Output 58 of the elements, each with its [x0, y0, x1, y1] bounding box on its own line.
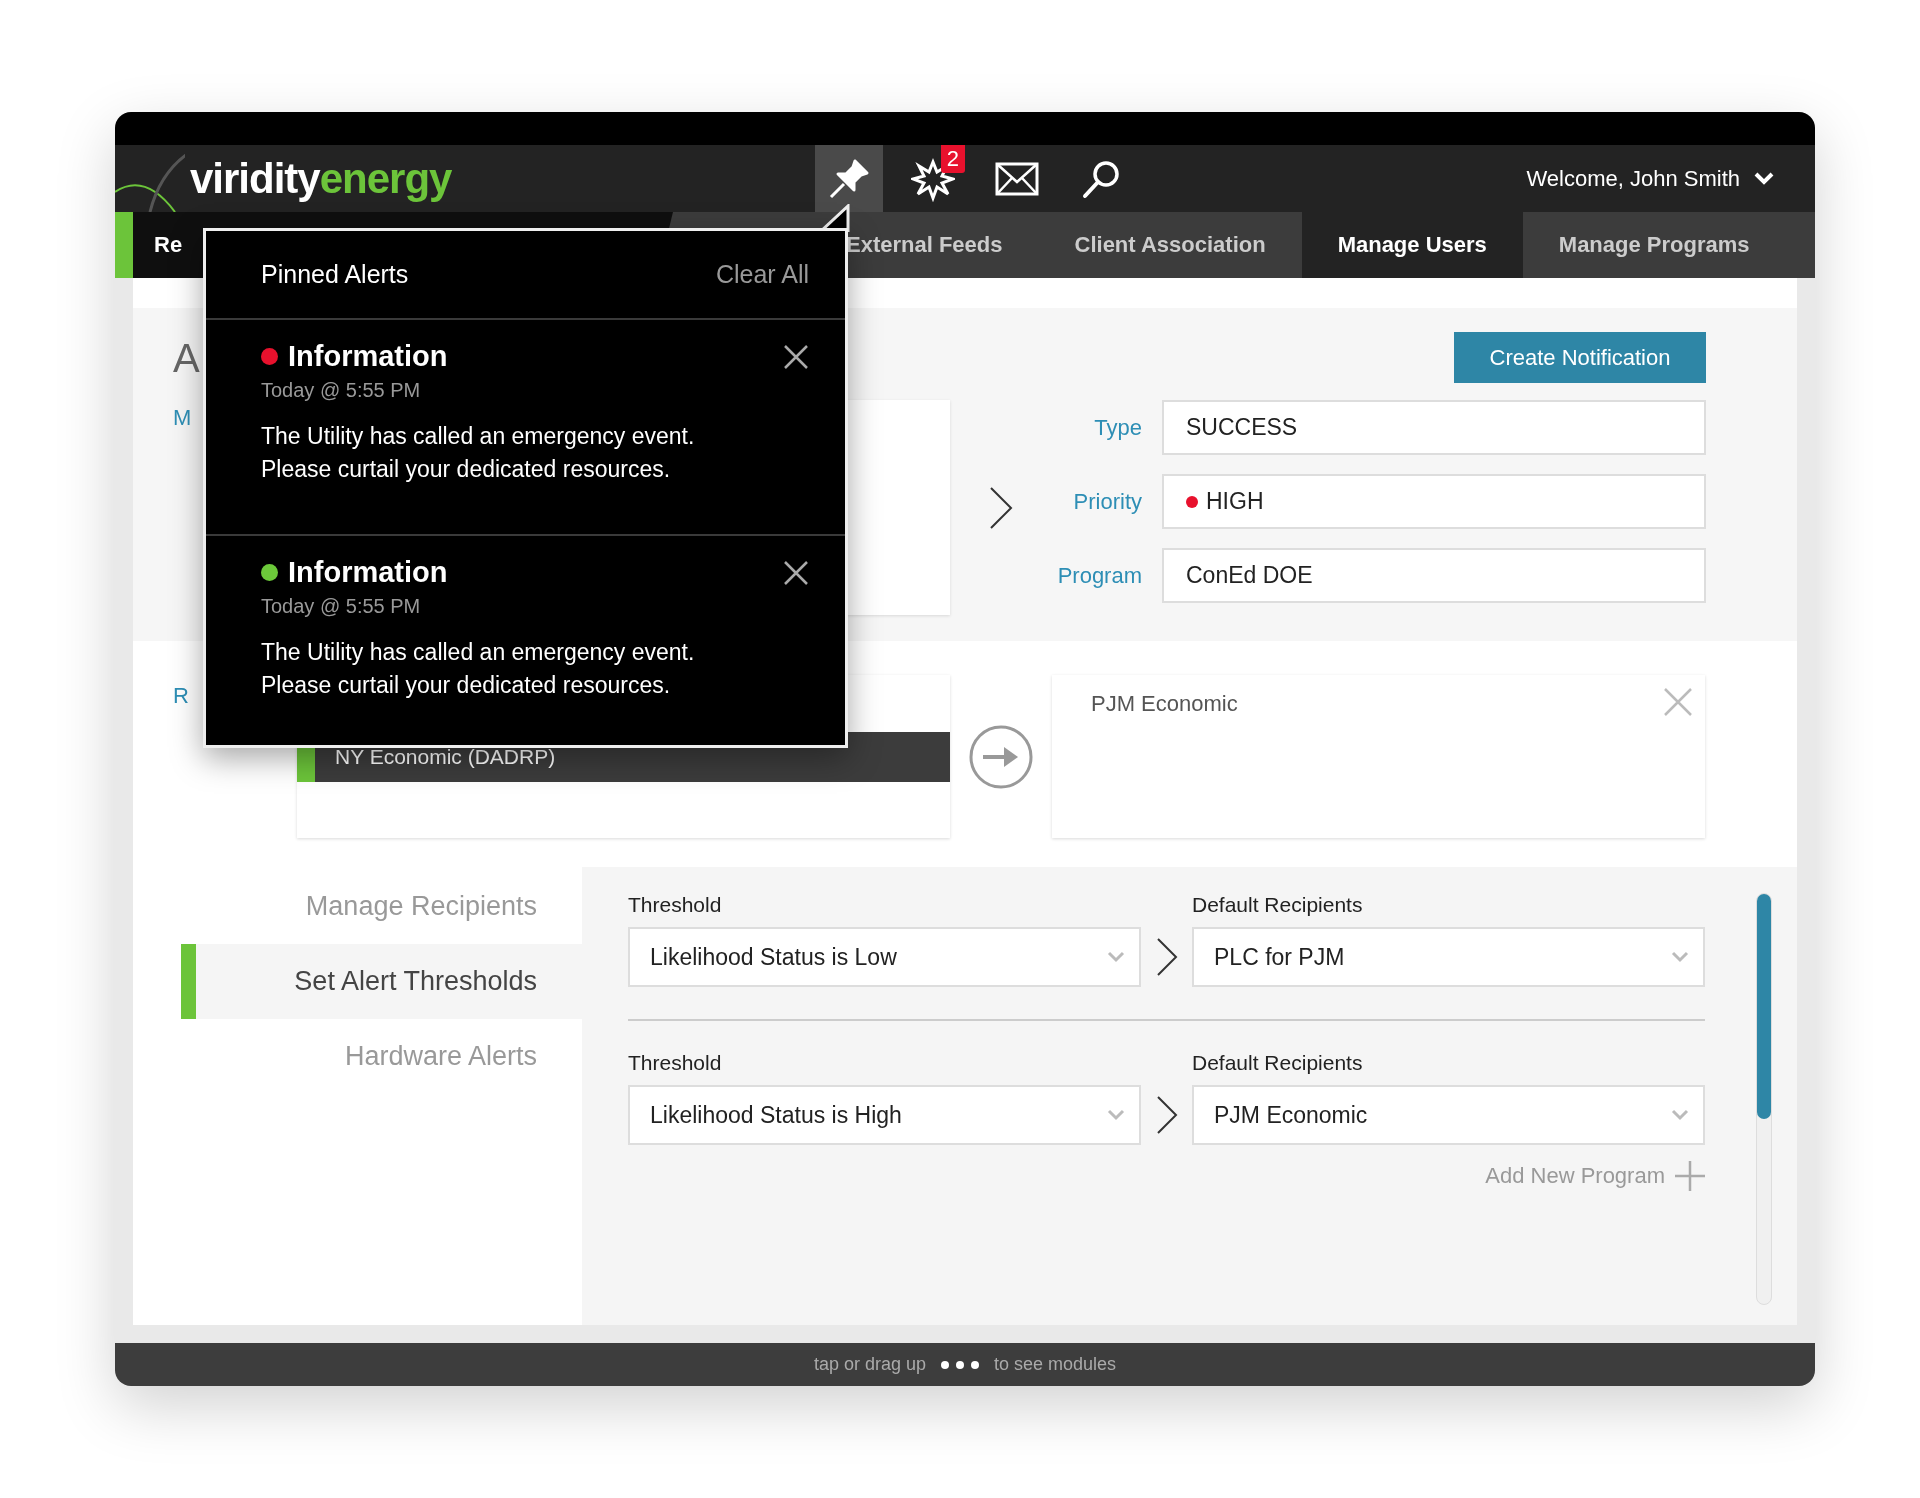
alert-time: Today @ 5:55 PM: [261, 595, 421, 618]
chevron-down-icon: [1107, 1109, 1125, 1121]
alerts-button[interactable]: 2: [899, 145, 967, 212]
nav-accent-bar: [115, 212, 133, 278]
alert-title: Information: [288, 340, 448, 373]
recipients-dropdown[interactable]: PJM Economic: [1192, 1085, 1705, 1145]
arrow-circle-icon[interactable]: [968, 723, 1034, 790]
page-heading: A: [173, 338, 200, 378]
field-label: Threshold: [628, 1051, 723, 1075]
nav-tab[interactable]: Client Association: [1038, 212, 1302, 278]
settings-menu-item[interactable]: Set Alert Thresholds: [181, 944, 582, 1019]
nav-tab[interactable]: Manage Users: [1301, 212, 1523, 278]
footer-bar[interactable]: tap or drag up to see modules: [115, 1343, 1815, 1386]
close-icon[interactable]: [783, 343, 809, 370]
input-field[interactable]: SUCCESS: [1162, 400, 1706, 455]
chevron-down-icon: [1107, 951, 1125, 963]
notification-badge: 2: [940, 145, 965, 173]
chevron-down-icon: [1671, 1109, 1689, 1121]
chevron-right-icon: [989, 485, 1013, 530]
chevron-down-icon: [1671, 951, 1689, 963]
recipients-dropdown[interactable]: PLC for PJM: [1192, 927, 1705, 987]
logo-swoosh-icon: [115, 152, 185, 212]
mail-icon: [995, 161, 1039, 196]
nav-tab[interactable]: Re: [133, 212, 183, 278]
field-label: Type: [1094, 414, 1142, 441]
chevron-right-icon: [1156, 1095, 1178, 1135]
close-icon[interactable]: [783, 559, 809, 586]
alert-message: The Utility has called an emergency event. Please curtail your dedicated resources.: [261, 638, 696, 700]
nav-tab[interactable]: Manage Programs: [1522, 212, 1786, 278]
logo-text[interactable]: viridityenergy: [190, 154, 452, 203]
field-label: Threshold: [628, 893, 723, 917]
section-label: R: [173, 683, 189, 710]
threshold-dropdown[interactable]: Likelihood Status is High: [628, 1085, 1141, 1145]
list-item[interactable]: PJM Economic: [1091, 691, 1238, 718]
input-field[interactable]: HIGH: [1162, 474, 1706, 529]
user-menu[interactable]: Welcome, John Smith: [1520, 145, 1780, 212]
field-label: Program: [1057, 562, 1142, 589]
footer-text: to see modules: [994, 1354, 1117, 1375]
footer-text: tap or drag up: [813, 1354, 926, 1375]
create-notification-button[interactable]: Create Notification: [1454, 332, 1706, 383]
pin-button[interactable]: [815, 145, 883, 212]
search-icon: [1081, 158, 1121, 199]
plus-icon: [1675, 1161, 1705, 1191]
threshold-dropdown[interactable]: Likelihood Status is Low: [628, 927, 1141, 987]
alert-message: The Utility has called an emergency event. Please curtail your dedicated resources.: [261, 422, 696, 484]
field-label: Default Recipients: [1192, 893, 1364, 917]
chevron-right-icon: [1156, 937, 1178, 977]
alert-time: Today @ 5:55 PM: [261, 379, 421, 402]
popover-title: Pinned Alerts: [261, 260, 409, 289]
alert-title: Information: [288, 556, 448, 589]
input-field[interactable]: ConEd DOE: [1162, 548, 1706, 603]
clear-all-button[interactable]: Clear All: [715, 260, 809, 289]
field-label: Priority: [1073, 488, 1142, 515]
nav-tab[interactable]: External Feeds: [810, 212, 1039, 278]
field-label: Default Recipients: [1192, 1051, 1364, 1075]
scrollbar[interactable]: [1756, 893, 1772, 1305]
chevron-down-icon: [1754, 171, 1774, 186]
dots-icon: [940, 1359, 980, 1370]
